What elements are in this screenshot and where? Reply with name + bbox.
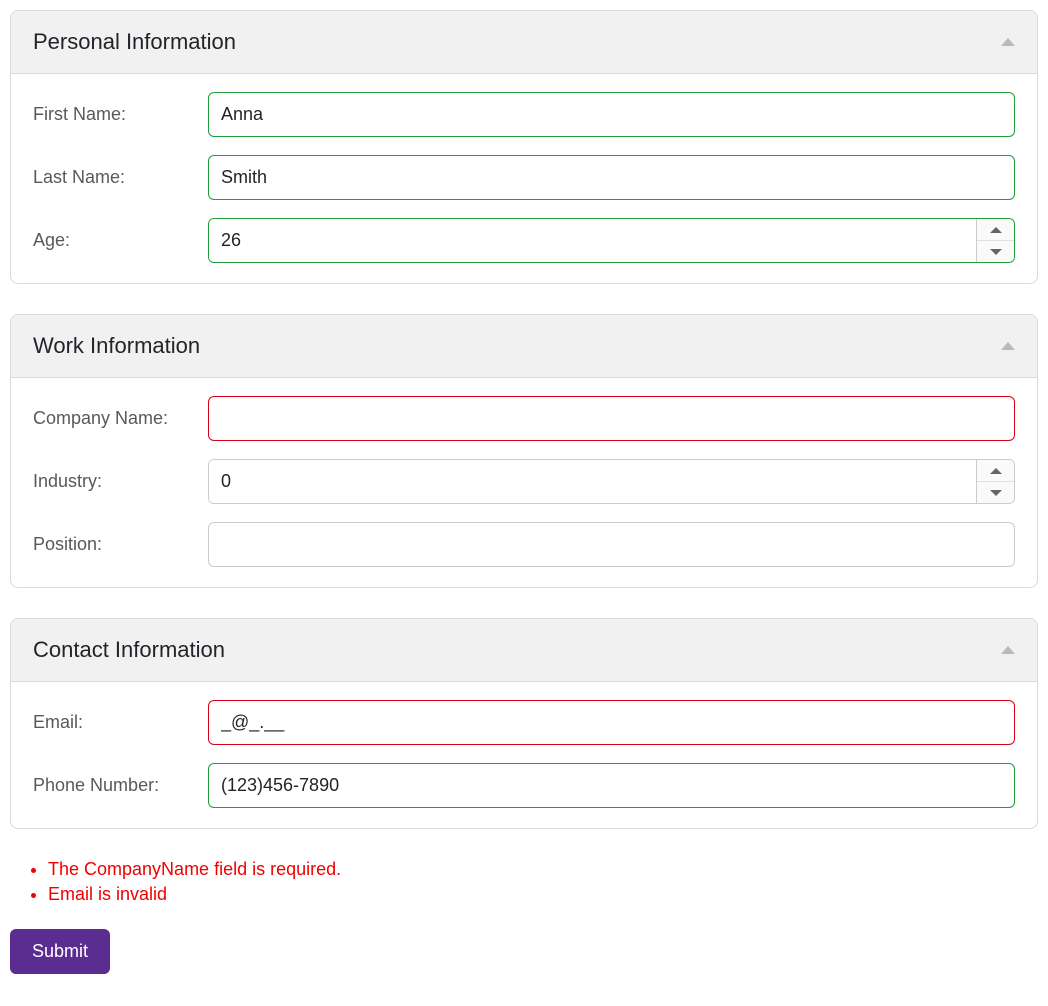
validation-summary: The CompanyName field is required. Email…: [10, 859, 1038, 905]
panel-header-personal[interactable]: Personal Information: [11, 11, 1037, 74]
submit-button[interactable]: Submit: [10, 929, 110, 974]
industry-spinner: [976, 460, 1014, 503]
arrow-down-icon: [990, 249, 1002, 255]
age-spinner: [976, 219, 1014, 262]
label-first-name: First Name:: [33, 104, 208, 125]
panel-header-contact[interactable]: Contact Information: [11, 619, 1037, 682]
age-input[interactable]: [209, 219, 976, 262]
industry-decrease-button[interactable]: [977, 482, 1014, 503]
validation-error: Email is invalid: [48, 884, 1038, 905]
arrow-down-icon: [990, 490, 1002, 496]
label-position: Position:: [33, 534, 208, 555]
panel-contact-information: Contact Information Email: Phone Number:: [10, 618, 1038, 829]
panel-header-work[interactable]: Work Information: [11, 315, 1037, 378]
panel-personal-information: Personal Information First Name: Last Na…: [10, 10, 1038, 284]
age-increase-button[interactable]: [977, 219, 1014, 241]
label-age: Age:: [33, 230, 208, 251]
industry-increase-button[interactable]: [977, 460, 1014, 482]
email-input[interactable]: [208, 700, 1015, 745]
phone-input[interactable]: [208, 763, 1015, 808]
row-company-name: Company Name:: [33, 396, 1015, 441]
row-phone: Phone Number:: [33, 763, 1015, 808]
panel-body-work: Company Name: Industry: Position:: [11, 378, 1037, 587]
age-decrease-button[interactable]: [977, 241, 1014, 262]
industry-input[interactable]: [209, 460, 976, 503]
age-numeric-wrap: [208, 218, 1015, 263]
row-age: Age:: [33, 218, 1015, 263]
caret-up-icon: [1001, 342, 1015, 350]
position-input[interactable]: [208, 522, 1015, 567]
label-last-name: Last Name:: [33, 167, 208, 188]
company-name-input[interactable]: [208, 396, 1015, 441]
panel-title-personal: Personal Information: [33, 29, 236, 55]
panel-body-contact: Email: Phone Number:: [11, 682, 1037, 828]
last-name-input[interactable]: [208, 155, 1015, 200]
caret-up-icon: [1001, 38, 1015, 46]
arrow-up-icon: [990, 227, 1002, 233]
label-industry: Industry:: [33, 471, 208, 492]
label-company-name: Company Name:: [33, 408, 208, 429]
industry-numeric-wrap: [208, 459, 1015, 504]
panel-body-personal: First Name: Last Name: Age:: [11, 74, 1037, 283]
row-email: Email:: [33, 700, 1015, 745]
row-last-name: Last Name:: [33, 155, 1015, 200]
row-position: Position:: [33, 522, 1015, 567]
panel-title-work: Work Information: [33, 333, 200, 359]
first-name-input[interactable]: [208, 92, 1015, 137]
panel-title-contact: Contact Information: [33, 637, 225, 663]
caret-up-icon: [1001, 646, 1015, 654]
label-phone: Phone Number:: [33, 775, 208, 796]
validation-error: The CompanyName field is required.: [48, 859, 1038, 880]
arrow-up-icon: [990, 468, 1002, 474]
row-industry: Industry:: [33, 459, 1015, 504]
label-email: Email:: [33, 712, 208, 733]
panel-work-information: Work Information Company Name: Industry:: [10, 314, 1038, 588]
row-first-name: First Name:: [33, 92, 1015, 137]
